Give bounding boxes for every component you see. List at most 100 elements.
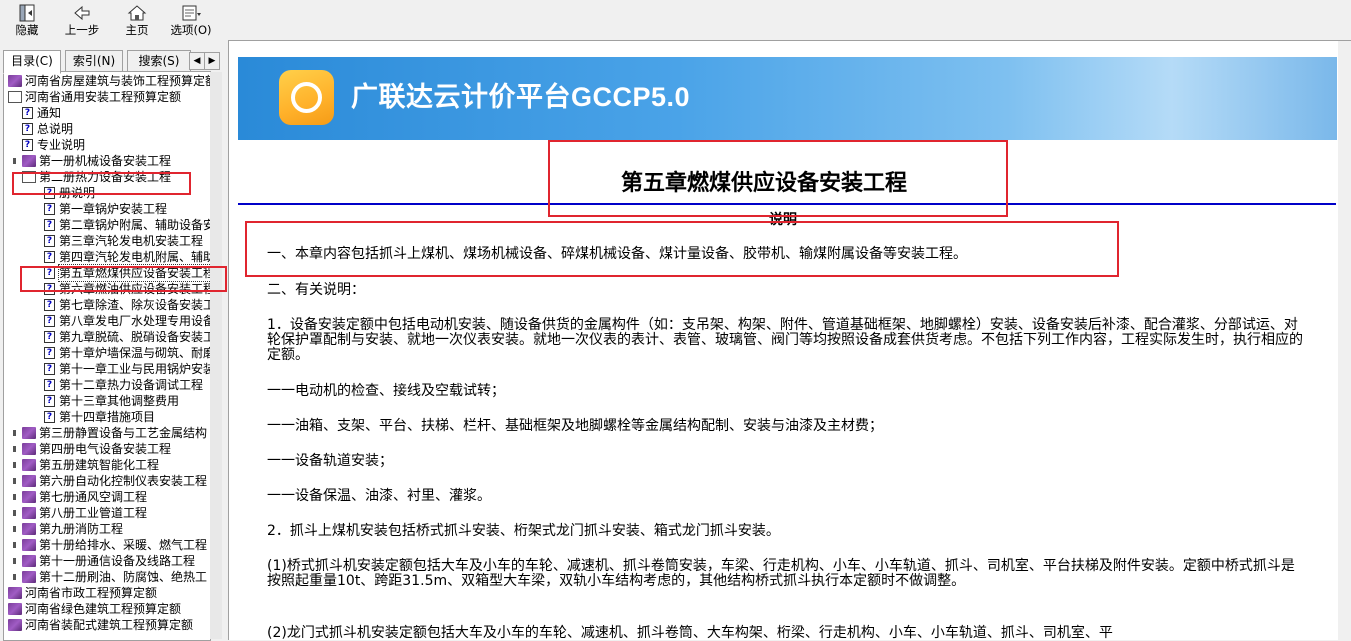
expand-marker-icon[interactable] bbox=[13, 158, 16, 164]
open-book-icon bbox=[22, 171, 36, 183]
book-icon bbox=[22, 443, 36, 455]
book-icon bbox=[22, 475, 36, 487]
tree-item[interactable]: 第四册电气设备安装工程 bbox=[13, 441, 171, 457]
book-icon bbox=[22, 427, 36, 439]
expand-marker-icon[interactable] bbox=[13, 430, 16, 436]
expand-marker-icon[interactable] bbox=[13, 446, 16, 452]
tree-item[interactable]: 第十四章措施项目 bbox=[44, 409, 155, 425]
section-subhead: 说明 bbox=[769, 212, 797, 228]
tree-item-label: 第七册通风空调工程 bbox=[39, 490, 148, 504]
tree-item[interactable]: 第四章汽轮发电机附属、辅助 bbox=[44, 249, 211, 265]
hide-button[interactable]: 隐藏 bbox=[2, 2, 52, 38]
tree-item[interactable]: 河南省通用安装工程预算定额 bbox=[8, 89, 181, 105]
tree-item[interactable]: 第二章锅炉附属、辅助设备安 bbox=[44, 217, 211, 233]
paragraph: 一、本章内容包括抓斗上煤机、煤场机械设备、碎煤机械设备、煤计量设备、胶带机、输煤… bbox=[267, 246, 967, 262]
help-page-icon bbox=[44, 235, 55, 247]
help-page-icon bbox=[44, 203, 55, 215]
help-page-icon bbox=[44, 315, 55, 327]
paragraph: 一一设备轨道安装； bbox=[267, 453, 393, 469]
tab-index[interactable]: 索引(N) bbox=[65, 50, 123, 73]
tree-item[interactable]: 专业说明 bbox=[22, 137, 85, 153]
tree-item[interactable]: 第十一章工业与民用锅炉安装 bbox=[44, 361, 211, 377]
tree-item[interactable]: 第六章燃油供应设备安装工程 bbox=[44, 281, 210, 297]
tree-item[interactable]: 河南省绿色建筑工程预算定额 bbox=[8, 601, 181, 617]
tree-item-label: 第三册静置设备与工艺金属结构 bbox=[39, 426, 208, 440]
tree-item-label: 第五章燃煤供应设备安装工程 bbox=[57, 264, 210, 282]
document-view: 广联达云计价平台GCCP5.0 第五章燃煤供应设备安装工程 说明 一、本章内容包… bbox=[228, 40, 1351, 640]
tree-item[interactable]: 河南省市政工程预算定额 bbox=[8, 585, 157, 601]
contents-tree[interactable]: 河南省房屋建筑与装饰工程预算定额河南省通用安装工程预算定额通知总说明专业说明第一… bbox=[3, 71, 211, 641]
tree-item[interactable]: 第七章除渣、除灰设备安装工 bbox=[44, 297, 210, 313]
tree-item[interactable]: 第十一册通信设备及线路工程 bbox=[13, 553, 196, 569]
tree-item[interactable]: 第三章汽轮发电机安装工程 bbox=[44, 233, 203, 249]
expand-marker-icon[interactable] bbox=[13, 478, 16, 484]
open-book-icon bbox=[8, 91, 22, 103]
tree-item[interactable]: 第十二章热力设备调试工程 bbox=[44, 377, 203, 393]
book-icon bbox=[22, 555, 36, 567]
help-page-icon bbox=[22, 139, 33, 151]
tree-item[interactable]: 第二册热力设备安装工程 bbox=[22, 169, 171, 185]
tree-item[interactable]: 第七册通风空调工程 bbox=[13, 489, 148, 505]
banner-title: 广联达云计价平台GCCP5.0 bbox=[351, 82, 691, 112]
tree-item-label: 第八章发电厂水处理专用设备 bbox=[59, 314, 211, 328]
tree-item[interactable]: 第八章发电厂水处理专用设备 bbox=[44, 313, 211, 329]
tree-item[interactable]: 第三册静置设备与工艺金属结构 bbox=[13, 425, 208, 441]
tree-item-label: 第二章锅炉附属、辅助设备安 bbox=[59, 218, 211, 232]
tree-item[interactable]: 通知 bbox=[22, 105, 61, 121]
tab-scroll-right-icon[interactable]: ▶ bbox=[204, 52, 220, 70]
tree-item-label: 第十一章工业与民用锅炉安装 bbox=[59, 362, 211, 376]
tab-scroll-left-icon[interactable]: ◀ bbox=[189, 52, 205, 70]
tree-item[interactable]: 册说明 bbox=[44, 185, 95, 201]
expand-marker-icon[interactable] bbox=[13, 526, 16, 532]
expand-marker-icon[interactable] bbox=[13, 462, 16, 468]
tree-scrollbar[interactable] bbox=[210, 72, 222, 639]
tree-item[interactable]: 第十三章其他调整费用 bbox=[44, 393, 179, 409]
home-icon bbox=[112, 3, 162, 23]
tree-item-label: 第十一册通信设备及线路工程 bbox=[39, 554, 196, 568]
tree-item-label: 第四章汽轮发电机附属、辅助 bbox=[59, 250, 211, 264]
expand-marker-icon[interactable] bbox=[13, 574, 16, 580]
expand-marker-icon[interactable] bbox=[13, 542, 16, 548]
options-button[interactable]: 选项(O) bbox=[166, 2, 216, 38]
tree-item[interactable]: 总说明 bbox=[22, 121, 73, 137]
paragraph: (1)桥式抓斗机安装定额包括大车及小车的车轮、减速机、抓斗卷筒安装，车梁、行走机… bbox=[267, 558, 1295, 589]
tree-item-label: 第十二章热力设备调试工程 bbox=[59, 378, 204, 392]
help-page-icon bbox=[44, 251, 55, 263]
tree-item[interactable]: 第九章脱硫、脱硝设备安装工 bbox=[44, 329, 210, 345]
paragraph: 一一设备保温、油漆、衬里、灌浆。 bbox=[267, 488, 491, 504]
tab-search[interactable]: 搜索(S) bbox=[127, 50, 191, 73]
tree-item[interactable]: 河南省房屋建筑与装饰工程预算定额 bbox=[8, 73, 210, 89]
tree-item-label: 第三章汽轮发电机安装工程 bbox=[59, 234, 204, 248]
chapter-title: 第五章燃煤供应设备安装工程 bbox=[621, 170, 908, 196]
tree-item[interactable]: 第十册给排水、采暖、燃气工程 bbox=[13, 537, 207, 553]
expand-marker-icon[interactable] bbox=[13, 510, 16, 516]
tree-item[interactable]: 第五章燃煤供应设备安装工程 bbox=[44, 264, 210, 282]
tree-item[interactable]: 第九册消防工程 bbox=[13, 521, 123, 537]
document-scrollbar[interactable] bbox=[1338, 41, 1351, 640]
help-page-icon bbox=[44, 331, 55, 343]
tree-item[interactable]: 第一章锅炉安装工程 bbox=[44, 201, 167, 217]
tree-item-label: 第十三章其他调整费用 bbox=[59, 394, 180, 408]
tree-item[interactable]: 第六册自动化控制仪表安装工程 bbox=[13, 473, 207, 489]
tree-item[interactable]: 第十二册刷油、防腐蚀、绝热工 bbox=[13, 569, 207, 585]
tree-item[interactable]: 第一册机械设备安装工程 bbox=[13, 153, 171, 169]
tree-item-label: 河南省绿色建筑工程预算定额 bbox=[25, 602, 182, 616]
tab-contents[interactable]: 目录(C) bbox=[3, 50, 61, 74]
tree-item-label: 河南省装配式建筑工程预算定额 bbox=[25, 618, 194, 632]
help-page-icon bbox=[22, 107, 33, 119]
book-icon bbox=[8, 619, 22, 631]
back-button[interactable]: 上一步 bbox=[57, 2, 107, 38]
help-page-icon bbox=[44, 299, 55, 311]
book-icon bbox=[22, 523, 36, 535]
tree-item[interactable]: 第八册工业管道工程 bbox=[13, 505, 147, 521]
expand-marker-icon[interactable] bbox=[13, 558, 16, 564]
expand-marker-icon[interactable] bbox=[13, 494, 16, 500]
book-icon bbox=[22, 507, 36, 519]
tree-item[interactable]: 第十章炉墙保温与砌筑、耐磨 bbox=[44, 345, 210, 361]
tree-item[interactable]: 河南省装配式建筑工程预算定额 bbox=[8, 617, 193, 633]
nav-tabs: 目录(C) 索引(N) 搜索(S) ◀ ▶ bbox=[3, 50, 220, 74]
book-icon bbox=[8, 587, 22, 599]
book-icon bbox=[22, 155, 36, 167]
tree-item[interactable]: 第五册建筑智能化工程 bbox=[13, 457, 159, 473]
home-button[interactable]: 主页 bbox=[112, 2, 162, 38]
